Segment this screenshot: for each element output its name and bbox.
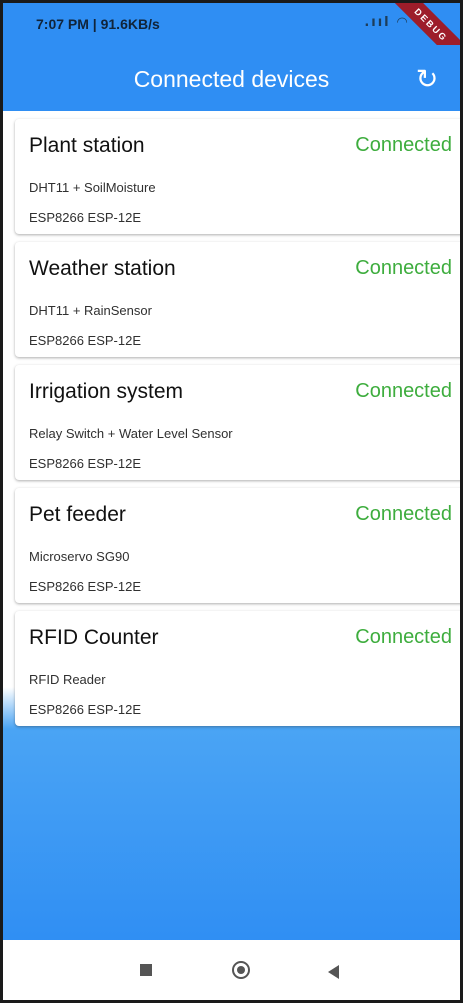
status-bar: 7:07 PM | 91.6KB/s .ııl ◠ ▭ DEBUG: [3, 3, 460, 79]
device-name: Pet feeder: [29, 503, 126, 526]
page-title: Connected devices: [133, 66, 330, 92]
status-time-rate: 7:07 PM | 91.6KB/s: [36, 16, 160, 32]
device-name: Plant station: [29, 134, 145, 157]
android-navigation-bar: [3, 940, 460, 1000]
signal-icon: .ııl: [364, 15, 391, 30]
device-card-plant-station[interactable]: Plant station Connected DHT11 + SoilMois…: [15, 119, 460, 234]
app-bar: Connected devices ↻: [3, 45, 460, 111]
device-sensors: RFID Reader: [29, 672, 106, 687]
connection-status: Connected: [355, 503, 452, 525]
device-sensors: DHT11 + SoilMoisture: [29, 180, 156, 195]
connection-status: Connected: [355, 134, 452, 156]
connection-status: Connected: [355, 626, 452, 648]
recents-square-icon[interactable]: [140, 964, 152, 976]
connection-status: Connected: [355, 257, 452, 279]
device-card-weather-station[interactable]: Weather station Connected DHT11 + RainSe…: [15, 242, 460, 357]
device-sensors: Microservo SG90: [29, 549, 130, 564]
refresh-icon[interactable]: ↻: [410, 63, 444, 97]
device-name: RFID Counter: [29, 626, 159, 649]
device-sensors: DHT11 + RainSensor: [29, 303, 152, 318]
back-triangle-icon[interactable]: [328, 965, 339, 979]
device-name: Weather station: [29, 257, 176, 280]
device-name: Irrigation system: [29, 380, 184, 403]
device-card-rfid-counter[interactable]: RFID Counter Connected RFID Reader ESP82…: [15, 611, 460, 726]
wifi-icon: ◠: [397, 15, 410, 30]
device-card-irrigation-system[interactable]: Irrigation system Connected Relay Switch…: [15, 365, 460, 480]
device-board: ESP8266 ESP-12E: [29, 456, 142, 471]
device-list: Plant station Connected DHT11 + SoilMois…: [3, 111, 460, 946]
device-board: ESP8266 ESP-12E: [29, 333, 142, 348]
connection-status: Connected: [355, 380, 452, 402]
device-sensors: Relay Switch + Water Level Sensor: [29, 426, 233, 441]
home-circle-icon[interactable]: [232, 961, 250, 979]
device-board: ESP8266 ESP-12E: [29, 702, 142, 717]
device-board: ESP8266 ESP-12E: [29, 579, 142, 594]
phone-screen: 7:07 PM | 91.6KB/s .ııl ◠ ▭ DEBUG Connec…: [0, 0, 463, 1003]
device-card-pet-feeder[interactable]: Pet feeder Connected Microservo SG90 ESP…: [15, 488, 460, 603]
device-board: ESP8266 ESP-12E: [29, 210, 142, 225]
